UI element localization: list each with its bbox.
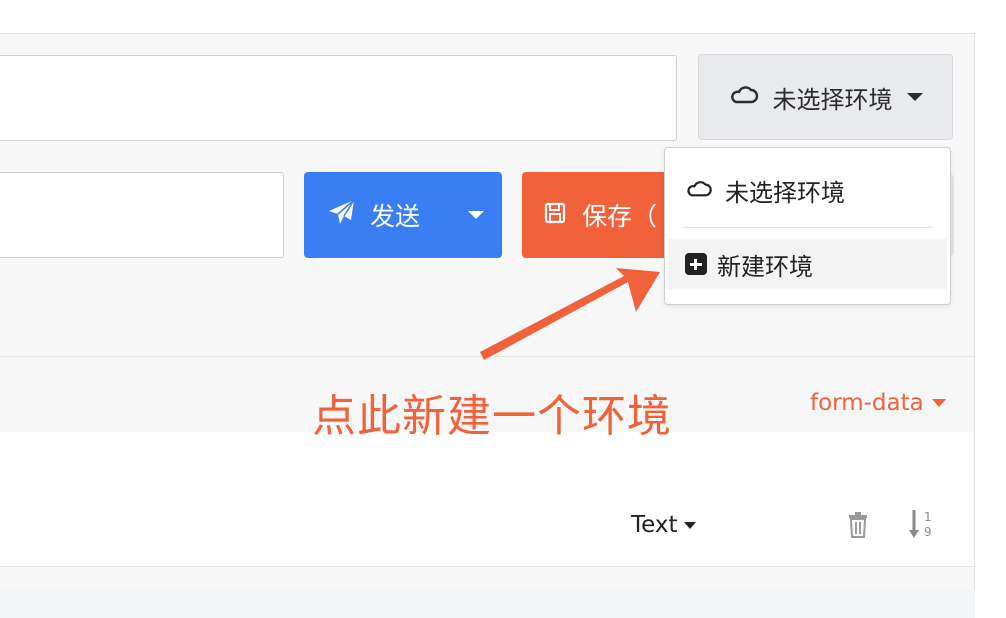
annotation-arrow (480, 268, 660, 360)
annotation-text: 点此新建一个环境 (312, 391, 672, 442)
